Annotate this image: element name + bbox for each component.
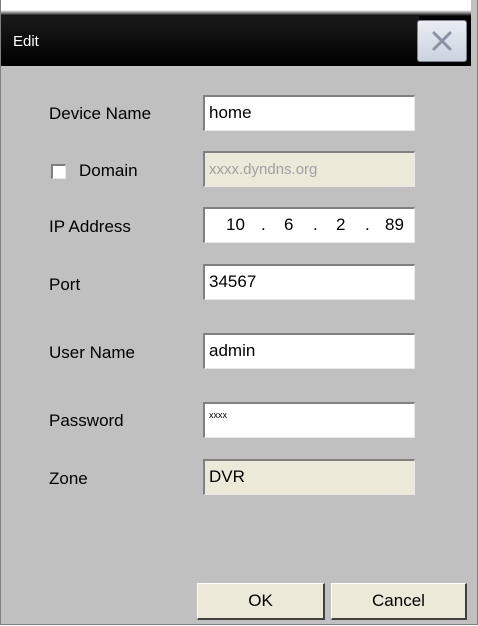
- port-field[interactable]: 34567: [203, 264, 415, 300]
- password-label: Password: [49, 411, 124, 430]
- user-name-label: User Name: [49, 343, 135, 362]
- device-name-field[interactable]: home: [203, 95, 415, 131]
- zone-field: DVR: [203, 459, 415, 495]
- zone-label: Zone: [49, 469, 88, 488]
- close-icon: [432, 31, 452, 51]
- ip-octet-3: 2: [336, 215, 346, 234]
- ip-dot-1: .: [261, 215, 266, 234]
- ok-button[interactable]: OK: [197, 583, 325, 620]
- ip-address-field[interactable]: 10 . 6 . 2 . 89: [203, 207, 415, 243]
- ip-dot-2: .: [313, 215, 318, 234]
- dialog-title: Edit: [13, 33, 39, 50]
- ip-octet-2: 6: [284, 215, 294, 234]
- ip-octet-4: 89: [385, 215, 404, 234]
- port-label: Port: [49, 275, 81, 294]
- ip-octet-1: 10: [226, 215, 245, 234]
- ip-address-label: IP Address: [49, 217, 131, 236]
- device-name-label: Device Name: [49, 104, 152, 123]
- edit-dialog: Edit Device Name home Domain xxxx.dyndns…: [0, 0, 478, 625]
- cancel-button[interactable]: Cancel: [331, 583, 467, 620]
- domain-field: xxxx.dyndns.org: [203, 151, 415, 187]
- title-bar-background: [1, 16, 419, 66]
- title-bar: Edit: [1, 0, 471, 66]
- domain-label: Domain: [79, 161, 138, 180]
- user-name-field[interactable]: admin: [203, 333, 415, 369]
- domain-checkbox[interactable]: [51, 164, 66, 179]
- password-field[interactable]: xxxx: [203, 402, 415, 438]
- close-button[interactable]: [417, 20, 467, 62]
- ip-dot-3: .: [365, 215, 370, 234]
